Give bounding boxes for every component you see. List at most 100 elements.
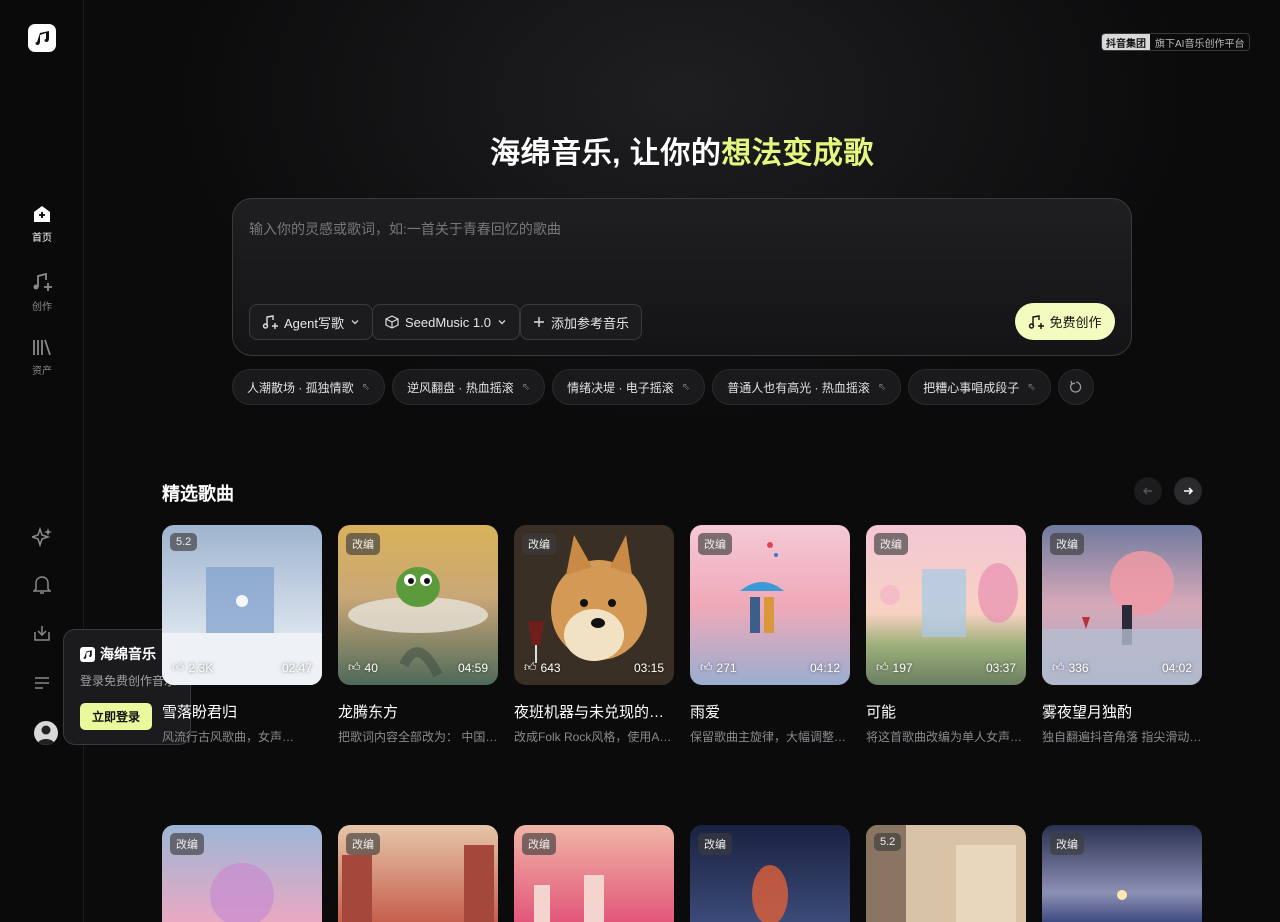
model-select[interactable]: SeedMusic 1.0	[372, 304, 520, 340]
login-button[interactable]: 立即登录	[80, 703, 153, 730]
free-create-label: 免费创作	[1049, 315, 1102, 330]
arrow-up-left-icon: ⇖	[1027, 381, 1036, 393]
library-icon	[33, 339, 51, 356]
chip-label: 逆风翻盘 · 热血摇滚	[407, 380, 514, 395]
chevron-down-icon	[498, 320, 506, 325]
chip-label: 普通人也有高光 · 热血摇滚	[727, 380, 870, 395]
song-card[interactable]: 改编 👍︎ 271 04:12 雨爱 保留歌曲主旋律，大幅调整…	[690, 525, 850, 745]
prompt-input-box[interactable]: 输入你的灵感或歌词，如:一首关于青春回忆的歌曲 Agent写歌 SeedMusi…	[232, 198, 1132, 356]
song-card[interactable]: 改编 👍︎ 336 04:02 雾夜望月独酌 独自翻遍抖音角落 指尖滑动…	[1042, 525, 1202, 745]
song-title: 龙腾东方	[338, 704, 399, 721]
app-logo[interactable]	[28, 24, 56, 52]
page-title: 海绵音乐, 让你的想法变成歌	[0, 128, 1280, 172]
music-logo-icon	[80, 646, 95, 662]
like-count[interactable]: 👍︎ 271	[700, 660, 737, 675]
refresh-chips-button[interactable]	[1057, 369, 1094, 405]
suggestion-chip[interactable]: 人潮散场 · 孤独情歌 ⇖	[232, 369, 386, 405]
song-title: 雨爱	[690, 704, 721, 721]
like-value: 2.3K	[188, 660, 214, 675]
arrow-up-left-icon: ⇖	[877, 381, 887, 393]
song-desc: 改成Folk Rock风格，使用A…	[514, 730, 672, 744]
sidebar-item-assets[interactable]: 资产	[0, 337, 84, 377]
song-duration: 02:47	[281, 661, 312, 675]
song-duration: 03:15	[633, 661, 664, 675]
song-card[interactable]: 改编 👍︎ 643 03:15 夜班机器与未兑现的… 改成Folk Rock风格，…	[514, 525, 674, 745]
arrow-up-left-icon: ⇖	[521, 381, 531, 393]
song-card[interactable]: 改编	[514, 825, 674, 922]
suggestion-chip[interactable]: 普通人也有高光 · 热血摇滚 ⇖	[712, 369, 902, 405]
badge-group: 抖音集团	[1102, 34, 1150, 50]
bell-icon[interactable]	[30, 573, 54, 597]
song-duration: 04:12	[809, 661, 840, 675]
song-cover: 改编 👍︎ 197 03:37	[866, 525, 1026, 685]
prev-button[interactable]	[1134, 477, 1162, 505]
song-cover: 5.2	[866, 825, 1026, 922]
sidebar-item-home[interactable]: 首页	[0, 204, 84, 244]
song-tag: 改编	[698, 533, 732, 555]
sidebar-item-create[interactable]: 创作	[0, 271, 84, 313]
suggestion-chip[interactable]: 逆风翻盘 · 热血摇滚 ⇖	[392, 369, 546, 405]
song-duration: 04:59	[457, 661, 488, 675]
like-count[interactable]: 👍︎ 643	[524, 660, 561, 675]
song-card[interactable]: 改编	[690, 825, 850, 922]
badge-text: 旗下AI音乐创作平台	[1155, 38, 1245, 50]
song-duration: 03:37	[985, 661, 1016, 675]
download-icon[interactable]	[30, 621, 54, 645]
next-button[interactable]	[1174, 477, 1202, 505]
song-card[interactable]: 5.2	[866, 825, 1026, 922]
sidebar-item-label: 首页	[32, 233, 52, 244]
like-count[interactable]: 👍︎ 2.3K	[172, 660, 213, 675]
music-logo-icon	[35, 31, 49, 45]
song-card[interactable]: 改编	[162, 825, 322, 922]
agent-write-button[interactable]: Agent写歌	[249, 304, 373, 340]
chip-label: 情绪决堤 · 电子摇滚	[567, 380, 674, 395]
song-tag: 改编	[170, 833, 204, 855]
song-card[interactable]: 改编 👍︎ 197 03:37 可能 将这首歌曲改编为单人女声…	[866, 525, 1026, 745]
plus-icon	[534, 317, 544, 327]
song-card[interactable]: 改编 👍︎ 40 04:59 龙腾东方 把歌词内容全部改为： 中国…	[338, 525, 498, 745]
title-plain: 海绵音乐, 让你的	[490, 137, 722, 170]
add-reference-label: 添加参考音乐	[551, 315, 630, 331]
song-tag: 改编	[522, 533, 556, 555]
suggestion-chip[interactable]: 情绪决堤 · 电子摇滚 ⇖	[552, 369, 706, 405]
popup-brand: 海绵音乐	[80, 644, 174, 664]
thumbs-up-icon: 👍︎	[700, 660, 713, 674]
like-count[interactable]: 👍︎ 336	[1052, 660, 1089, 675]
song-card[interactable]: 改编	[1042, 825, 1202, 922]
song-tag: 5.2	[170, 533, 198, 551]
song-cover: 改编	[162, 825, 322, 922]
music-note-plus-icon	[262, 315, 278, 329]
popup-brand-name: 海绵音乐	[100, 646, 156, 662]
song-cover: 改编 👍︎ 643 03:15	[514, 525, 674, 685]
model-label: SeedMusic 1.0	[405, 314, 491, 330]
menu-icon[interactable]	[30, 671, 54, 695]
like-value: 40	[364, 660, 378, 675]
free-create-button[interactable]: 免费创作	[1015, 303, 1115, 340]
like-count[interactable]: 👍︎ 40	[348, 660, 378, 675]
song-card[interactable]: 5.2 👍︎ 2.3K 02:47 雪落盼君归 风流行古风歌曲，女声…	[162, 525, 322, 745]
song-tag: 改编	[346, 833, 380, 855]
song-desc: 保留歌曲主旋律，大幅调整…	[690, 730, 847, 744]
song-tag: 改编	[1050, 533, 1084, 555]
add-reference-button[interactable]: 添加参考音乐	[520, 304, 643, 340]
song-card[interactable]: 改编	[338, 825, 498, 922]
thumbs-up-icon: 👍︎	[876, 660, 889, 674]
song-cover: 改编	[514, 825, 674, 922]
like-count[interactable]: 👍︎ 197	[876, 660, 913, 675]
home-icon	[34, 206, 50, 222]
thumbs-up-icon: 👍︎	[172, 660, 185, 674]
song-title: 可能	[866, 704, 897, 721]
song-desc: 把歌词内容全部改为： 中国…	[338, 730, 498, 744]
suggestion-chips: 人潮散场 · 孤独情歌 ⇖ 逆风翻盘 · 热血摇滚 ⇖ 情绪决堤 · 电子摇滚 ⇖ 普…	[232, 369, 1094, 405]
prompt-placeholder[interactable]: 输入你的灵感或歌词，如:一首关于青春回忆的歌曲	[249, 219, 561, 239]
company-badge: 抖音集团 旗下AI音乐创作平台	[1101, 33, 1251, 51]
song-tag: 改编	[1050, 833, 1084, 855]
suggestion-chip[interactable]: 把糟心事唱成段子 ⇖	[908, 369, 1051, 405]
song-cover: 改编 👍︎ 40 04:59	[338, 525, 498, 685]
sparkle-icon[interactable]	[30, 525, 54, 549]
section-title: 精选歌曲	[162, 484, 234, 504]
user-avatar-icon[interactable]	[34, 721, 58, 745]
like-value: 271	[716, 660, 737, 675]
refresh-icon	[1069, 380, 1081, 393]
song-cover: 改编 👍︎ 336 04:02	[1042, 525, 1202, 685]
